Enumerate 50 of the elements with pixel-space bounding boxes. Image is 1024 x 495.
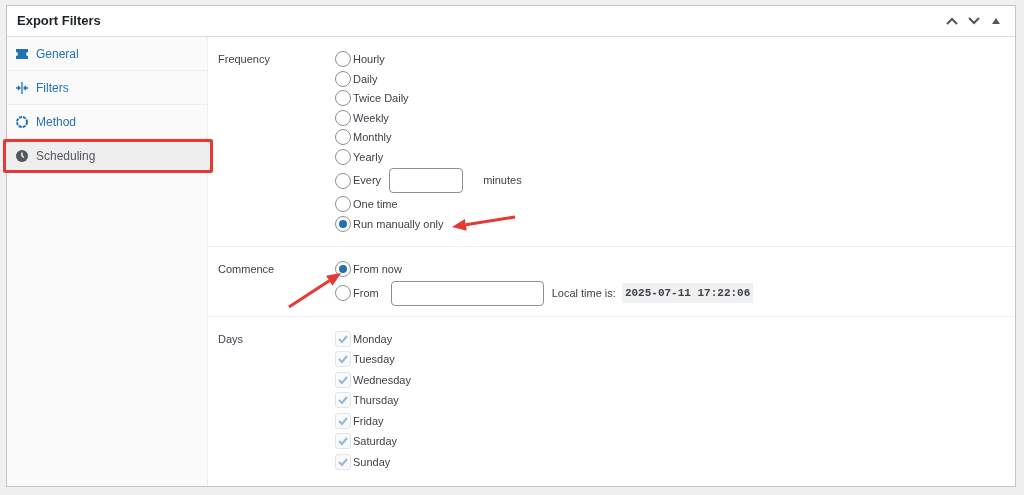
option-label: Saturday [353,434,398,449]
option-label: Sunday [353,454,391,470]
radio-button[interactable] [335,129,351,146]
option-label: Wednesday [353,372,411,388]
option-label: From now [353,262,402,277]
sidebar-tab[interactable]: Scheduling [3,139,213,173]
option-label: Every [353,173,382,189]
local-time: 2025-07-11 17:22:06 [621,282,754,304]
option-label: Thursday [353,393,399,408]
annotation-arrow [452,215,516,231]
field-label: Commence [218,263,275,275]
filter-icon [15,80,29,95]
option-label: Weekly [353,110,389,126]
chevron-up-icon [945,16,959,26]
annotation-arrow [288,273,341,309]
option-label: Monthly [353,130,392,145]
triangle-up-icon [991,17,1001,25]
radio-button[interactable] [335,51,351,68]
unit-label: minutes [483,173,522,189]
sidebar-tab[interactable]: General [7,37,207,71]
radio-button[interactable] [335,109,351,126]
gear-icon [15,114,29,129]
date-field[interactable] [390,280,544,306]
field-label: Days [218,332,244,345]
option-label: Run manually only [353,216,444,232]
option-label: Tuesday [353,352,395,367]
minutes-field[interactable] [389,168,464,193]
radio-button[interactable] [335,90,351,107]
option-label: One time [353,197,398,212]
ticket-icon [15,46,29,61]
radio-button[interactable] [335,285,351,301]
option-label: Monday [353,331,393,347]
option-label: Friday [353,413,384,429]
radio-button[interactable] [335,172,351,189]
radio-button[interactable] [335,148,351,165]
option-label: From [353,285,379,301]
field-label: Frequency [218,53,270,65]
clock-icon [15,149,29,163]
option-label: Daily [353,71,378,87]
option-label: Twice Daily [353,91,409,106]
option-label: Hourly [353,52,385,67]
radio-button[interactable] [335,70,351,87]
radio-button[interactable] [335,215,351,232]
sidebar-tab[interactable]: Filters [7,71,207,105]
chevron-down-icon [967,16,981,26]
panel-title: Export Filters [17,12,101,31]
radio-button[interactable] [335,196,351,213]
radio-button[interactable] [335,261,351,278]
option-label: Yearly [353,149,384,165]
local-time-label: Local time is: [551,285,616,301]
